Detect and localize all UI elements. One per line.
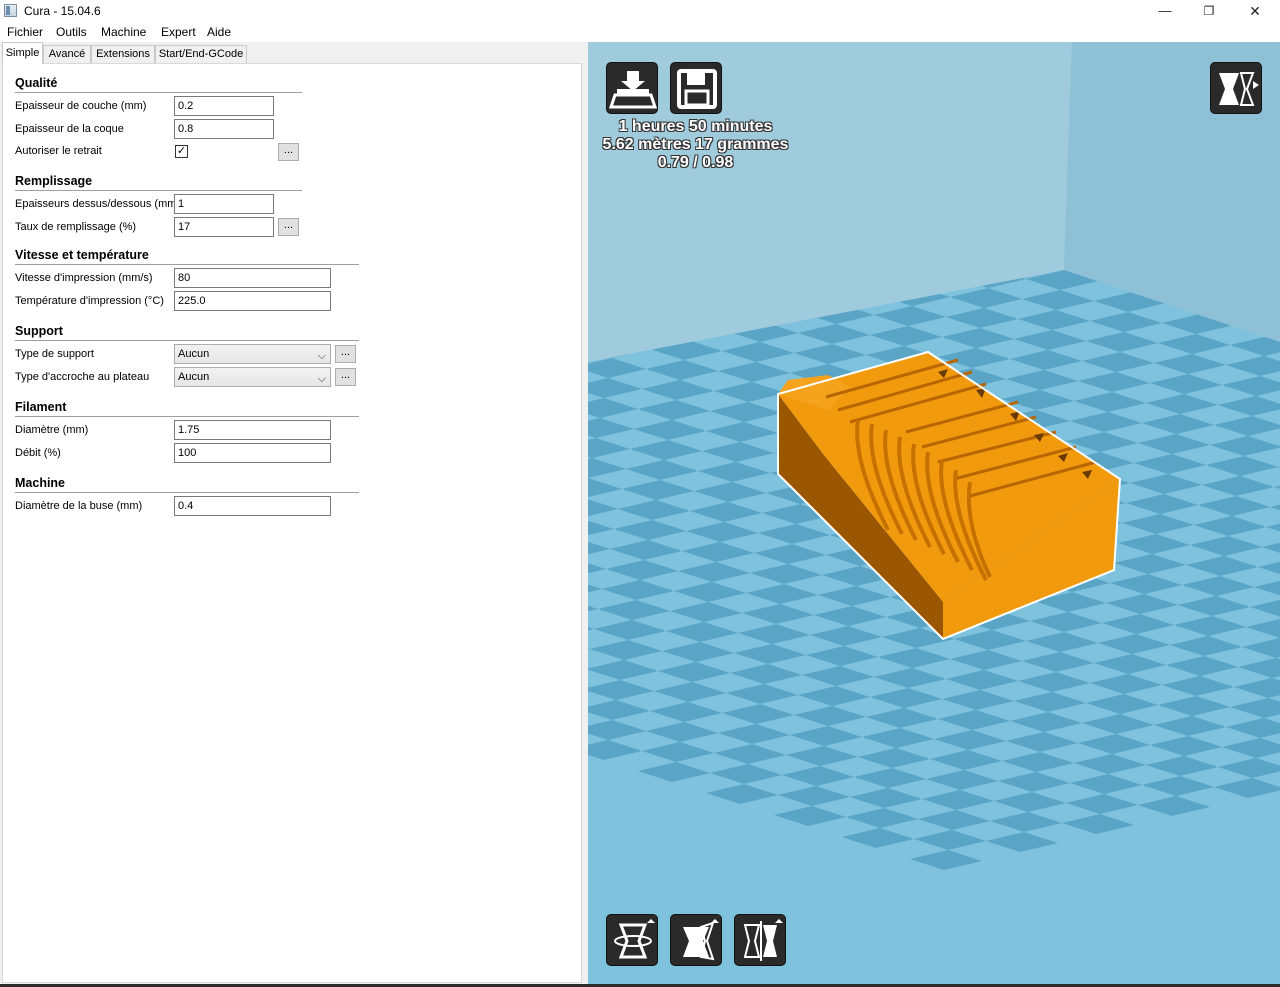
menu-aide[interactable]: Aide xyxy=(207,25,231,39)
menu-outils[interactable]: Outils xyxy=(56,25,87,39)
chevron-down-icon: ⌵ xyxy=(317,373,326,385)
section-divider xyxy=(15,190,302,191)
support-more-button[interactable]: ... xyxy=(335,345,356,363)
3d-viewport[interactable]: 1 heures 50 minutes 5.62 mètres 17 gramm… xyxy=(588,42,1280,984)
section-speed-title: Vitesse et température xyxy=(15,248,149,262)
diameter-input[interactable]: 1.75 xyxy=(174,420,331,440)
view-mode-icon[interactable] xyxy=(1210,62,1262,114)
shell-thickness-input[interactable]: 0.8 xyxy=(174,119,274,139)
mirror-icon[interactable] xyxy=(734,914,786,966)
tab-start-end-gcode[interactable]: Start/End-GCode xyxy=(155,45,247,64)
menu-machine[interactable]: Machine xyxy=(101,25,146,39)
maximize-button[interactable]: ❐ xyxy=(1186,0,1232,22)
save-gcode-icon[interactable] xyxy=(670,62,722,114)
scale-icon[interactable] xyxy=(670,914,722,966)
section-divider xyxy=(15,492,359,493)
fill-density-input[interactable]: 17 xyxy=(174,217,274,237)
nozzle-input[interactable]: 0.4 xyxy=(174,496,331,516)
print-time-text: 1 heures 50 minutes xyxy=(618,118,773,135)
layer-height-input[interactable]: 0.2 xyxy=(174,96,274,116)
menu-expert[interactable]: Expert xyxy=(161,25,196,39)
retraction-checkbox[interactable]: ✓ xyxy=(175,145,188,158)
app-icon xyxy=(4,4,17,17)
shell-thickness-label: Epaisseur de la coque xyxy=(15,123,124,135)
fill-more-button[interactable]: ... xyxy=(278,218,299,236)
support-type-value: Aucun xyxy=(178,348,210,360)
section-divider xyxy=(15,92,302,93)
menu-bar: Fichier Outils Machine Expert Aide xyxy=(0,22,1280,42)
support-type-label: Type de support xyxy=(15,348,94,360)
section-divider xyxy=(15,416,359,417)
menu-fichier[interactable]: Fichier xyxy=(7,25,43,39)
minimize-button[interactable]: — xyxy=(1142,0,1188,22)
settings-tabs: Simple Avancé Extensions Start/End-GCode xyxy=(0,42,588,64)
window-title: Cura - 15.04.6 xyxy=(24,4,101,18)
flow-label: Débit (%) xyxy=(15,447,61,459)
settings-panel: Qualité Epaisseur de couche (mm) 0.2 Epa… xyxy=(2,63,582,983)
load-model-icon[interactable] xyxy=(606,62,658,114)
nozzle-label: Diamètre de la buse (mm) xyxy=(15,500,143,512)
section-filament-title: Filament xyxy=(15,400,67,414)
tab-avance[interactable]: Avancé xyxy=(43,45,91,64)
section-machine-title: Machine xyxy=(15,476,66,490)
section-fill-title: Remplissage xyxy=(15,174,93,188)
fill-density-label: Taux de remplissage (%) xyxy=(15,221,137,233)
section-divider xyxy=(15,264,359,265)
diameter-label: Diamètre (mm) xyxy=(15,424,89,436)
tab-extensions[interactable]: Extensions xyxy=(91,45,155,64)
bottom-top-label: Epaisseurs dessus/dessous (mm) xyxy=(15,198,181,210)
adhesion-more-button[interactable]: ... xyxy=(335,368,356,386)
print-cost-text: 0.79 / 0.98 xyxy=(657,154,734,171)
adhesion-label: Type d'accroche au plateau xyxy=(15,371,150,383)
adhesion-select[interactable]: Aucun ⌵ xyxy=(174,367,331,387)
retraction-more-button[interactable]: ... xyxy=(278,143,299,161)
build-plate-scene xyxy=(588,42,1280,984)
adhesion-value: Aucun xyxy=(178,371,210,383)
chevron-down-icon: ⌵ xyxy=(317,350,326,362)
tab-simple[interactable]: Simple xyxy=(2,42,43,64)
section-divider xyxy=(15,340,359,341)
layer-height-label: Epaisseur de couche (mm) xyxy=(15,100,147,112)
close-button[interactable]: ✕ xyxy=(1232,0,1278,22)
print-speed-input[interactable]: 80 xyxy=(174,268,331,288)
rotate-icon[interactable] xyxy=(606,914,658,966)
retraction-label: Autoriser le retrait xyxy=(15,145,102,157)
section-quality-title: Qualité xyxy=(15,76,58,90)
temperature-input[interactable]: 225.0 xyxy=(174,291,331,311)
bottom-top-input[interactable]: 1 xyxy=(174,194,274,214)
section-support-title: Support xyxy=(15,324,63,338)
title-bar: Cura - 15.04.6 — ❐ ✕ xyxy=(0,0,1280,22)
support-type-select[interactable]: Aucun ⌵ xyxy=(174,344,331,364)
temperature-label: Température d'impression (°C) xyxy=(15,295,164,307)
flow-input[interactable]: 100 xyxy=(174,443,331,463)
print-speed-label: Vitesse d'impression (mm/s) xyxy=(15,272,153,284)
material-usage-text: 5.62 mètres 17 grammes xyxy=(602,136,789,153)
